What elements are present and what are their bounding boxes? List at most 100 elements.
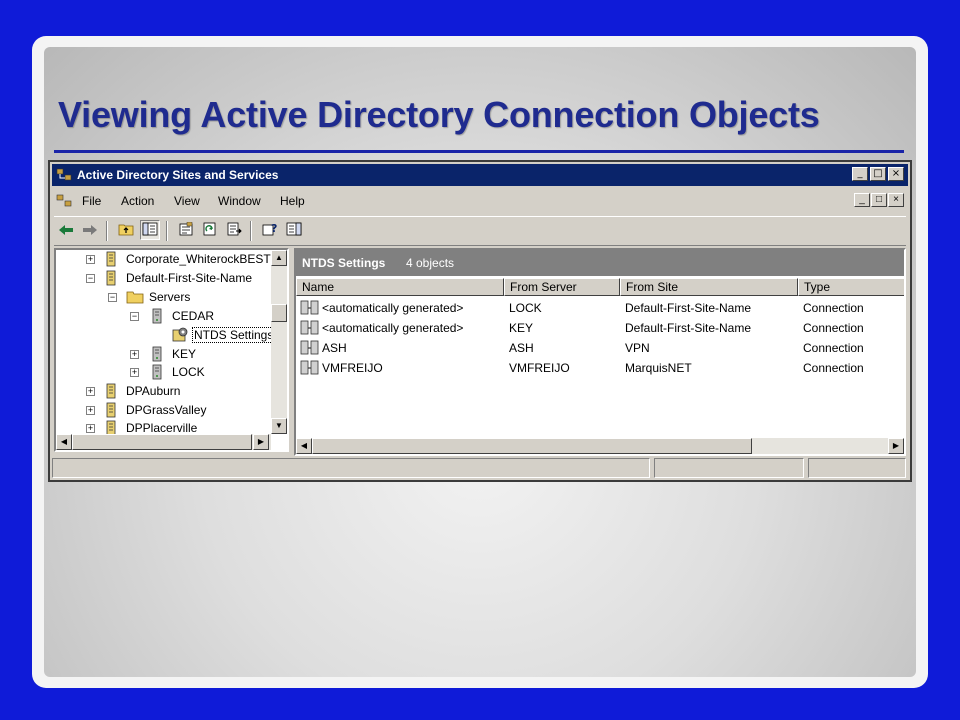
menu-window[interactable]: Window [218,194,261,208]
column-header-type[interactable]: Type [798,278,904,296]
tree-item-label: CEDAR [172,309,215,323]
tree-item-label: Servers [149,290,191,304]
collapse-icon[interactable]: − [130,312,139,321]
maximize-button[interactable]: □ [870,167,886,181]
cell-name: VMFREIJO [322,361,383,375]
toolbar-separator [250,221,252,241]
folder-icon [126,290,144,307]
tree-item-label: DPAuburn [126,384,181,398]
show-hide-tree-button[interactable] [140,220,160,240]
status-pane [654,458,804,478]
help-button[interactable]: ? [260,220,280,240]
tree-item-label: DPGrassValley [126,403,207,417]
tree-item-label: KEY [172,347,197,361]
tree-item-label: DPPlacerville [126,421,198,435]
column-header-from-site[interactable]: From Site [620,278,798,296]
details-pane: NTDS Settings 4 objects Name From Server… [294,248,906,456]
list-item[interactable]: ASH ASH VPN Connection [296,338,904,358]
collapse-icon[interactable]: − [108,293,117,302]
scroll-right-button[interactable]: ▶ [888,438,904,454]
server-icon [152,364,162,383]
folder-up-icon [118,221,134,240]
cell-type: Connection [803,321,864,335]
cell-from-site: MarquisNET [625,361,692,375]
properties-button[interactable] [176,220,196,240]
cell-from-site: Default-First-Site-Name [625,301,752,315]
server-icon [152,308,162,327]
forward-arrow-icon [82,221,98,240]
cell-name: ASH [322,341,347,355]
details-horizontal-scrollbar[interactable]: ◀ ▶ [296,438,904,454]
close-button[interactable]: × [888,167,904,181]
forward-button[interactable] [80,220,100,240]
expand-icon[interactable]: + [130,368,139,377]
server-icon [152,346,162,365]
scroll-thumb[interactable] [312,438,752,454]
toolbar: ? [54,216,906,246]
list-item[interactable]: VMFREIJO VMFREIJO MarquisNET Connection [296,358,904,378]
cell-type: Connection [803,341,864,355]
expand-icon[interactable]: + [86,406,95,415]
export-list-button[interactable] [224,220,244,240]
expand-icon[interactable]: + [86,424,95,433]
scroll-left-button[interactable]: ◀ [296,438,312,454]
details-header: NTDS Settings 4 objects [296,250,904,276]
ntds-settings-icon [171,327,189,346]
mdi-minimize-button[interactable]: _ [854,193,870,207]
scroll-left-button[interactable]: ◀ [56,434,72,450]
show-hide-action-pane-button[interactable] [284,220,304,240]
scroll-thumb[interactable] [72,434,252,450]
site-icon [106,251,116,270]
properties-icon [178,221,194,240]
column-header-from-server[interactable]: From Server [504,278,620,296]
menu-help[interactable]: Help [280,194,305,208]
scroll-down-button[interactable]: ▼ [271,418,287,434]
expand-icon[interactable]: + [130,350,139,359]
list-item[interactable]: <automatically generated> LOCK Default-F… [296,298,904,318]
list-item[interactable]: <automatically generated> KEY Default-Fi… [296,318,904,338]
scroll-up-button[interactable]: ▲ [271,250,287,266]
tree-horizontal-scrollbar[interactable]: ◀ ▶ [56,434,271,450]
menu-view[interactable]: View [174,194,200,208]
connection-icon [300,359,320,380]
minimize-button[interactable]: _ [852,167,868,181]
object-count: 4 objects [406,256,455,270]
menu-action[interactable]: Action [121,194,154,208]
cell-name: <automatically generated> [322,321,464,335]
expand-icon[interactable]: + [86,387,95,396]
collapse-icon[interactable]: − [86,274,95,283]
scroll-right-button[interactable]: ▶ [253,434,269,450]
connection-icon [300,339,320,360]
status-bar [52,458,908,478]
mdi-restore-button[interactable]: □ [871,193,887,207]
site-icon [106,383,116,402]
status-pane [808,458,906,478]
column-header-name[interactable]: Name [296,278,504,296]
action-pane-icon [286,221,302,240]
cell-from-server: LOCK [509,301,542,315]
sites-services-icon [56,167,72,187]
cell-from-site: Default-First-Site-Name [625,321,752,335]
tree-item-label: NTDS Settings [192,327,276,343]
scroll-thumb[interactable] [271,304,287,322]
back-button[interactable] [56,220,76,240]
window-title: Active Directory Sites and Services [77,168,279,182]
menu-file[interactable]: File [82,194,101,208]
tree-item-label: Corporate_WhiterockBEST [126,252,271,266]
refresh-button[interactable] [200,220,220,240]
toolbar-separator [166,221,168,241]
mdi-close-button[interactable]: × [888,193,904,207]
tree-vertical-scrollbar[interactable]: ▲ ▼ [271,250,287,434]
window-titlebar[interactable]: Active Directory Sites and Services _ □ … [52,164,908,186]
menu-bar: File Action View Window Help _ □ × [54,190,906,212]
refresh-icon [202,221,218,240]
cell-from-site: VPN [625,341,650,355]
back-arrow-icon [58,221,74,240]
expand-icon[interactable]: + [86,255,95,264]
connection-icon [300,319,320,340]
console-icon[interactable] [56,193,72,212]
up-one-level-button[interactable] [116,220,136,240]
cell-from-server: KEY [509,321,534,335]
site-icon [106,270,116,289]
console-tree: + Corporate_WhiterockBEST − Default-Firs… [54,248,289,452]
